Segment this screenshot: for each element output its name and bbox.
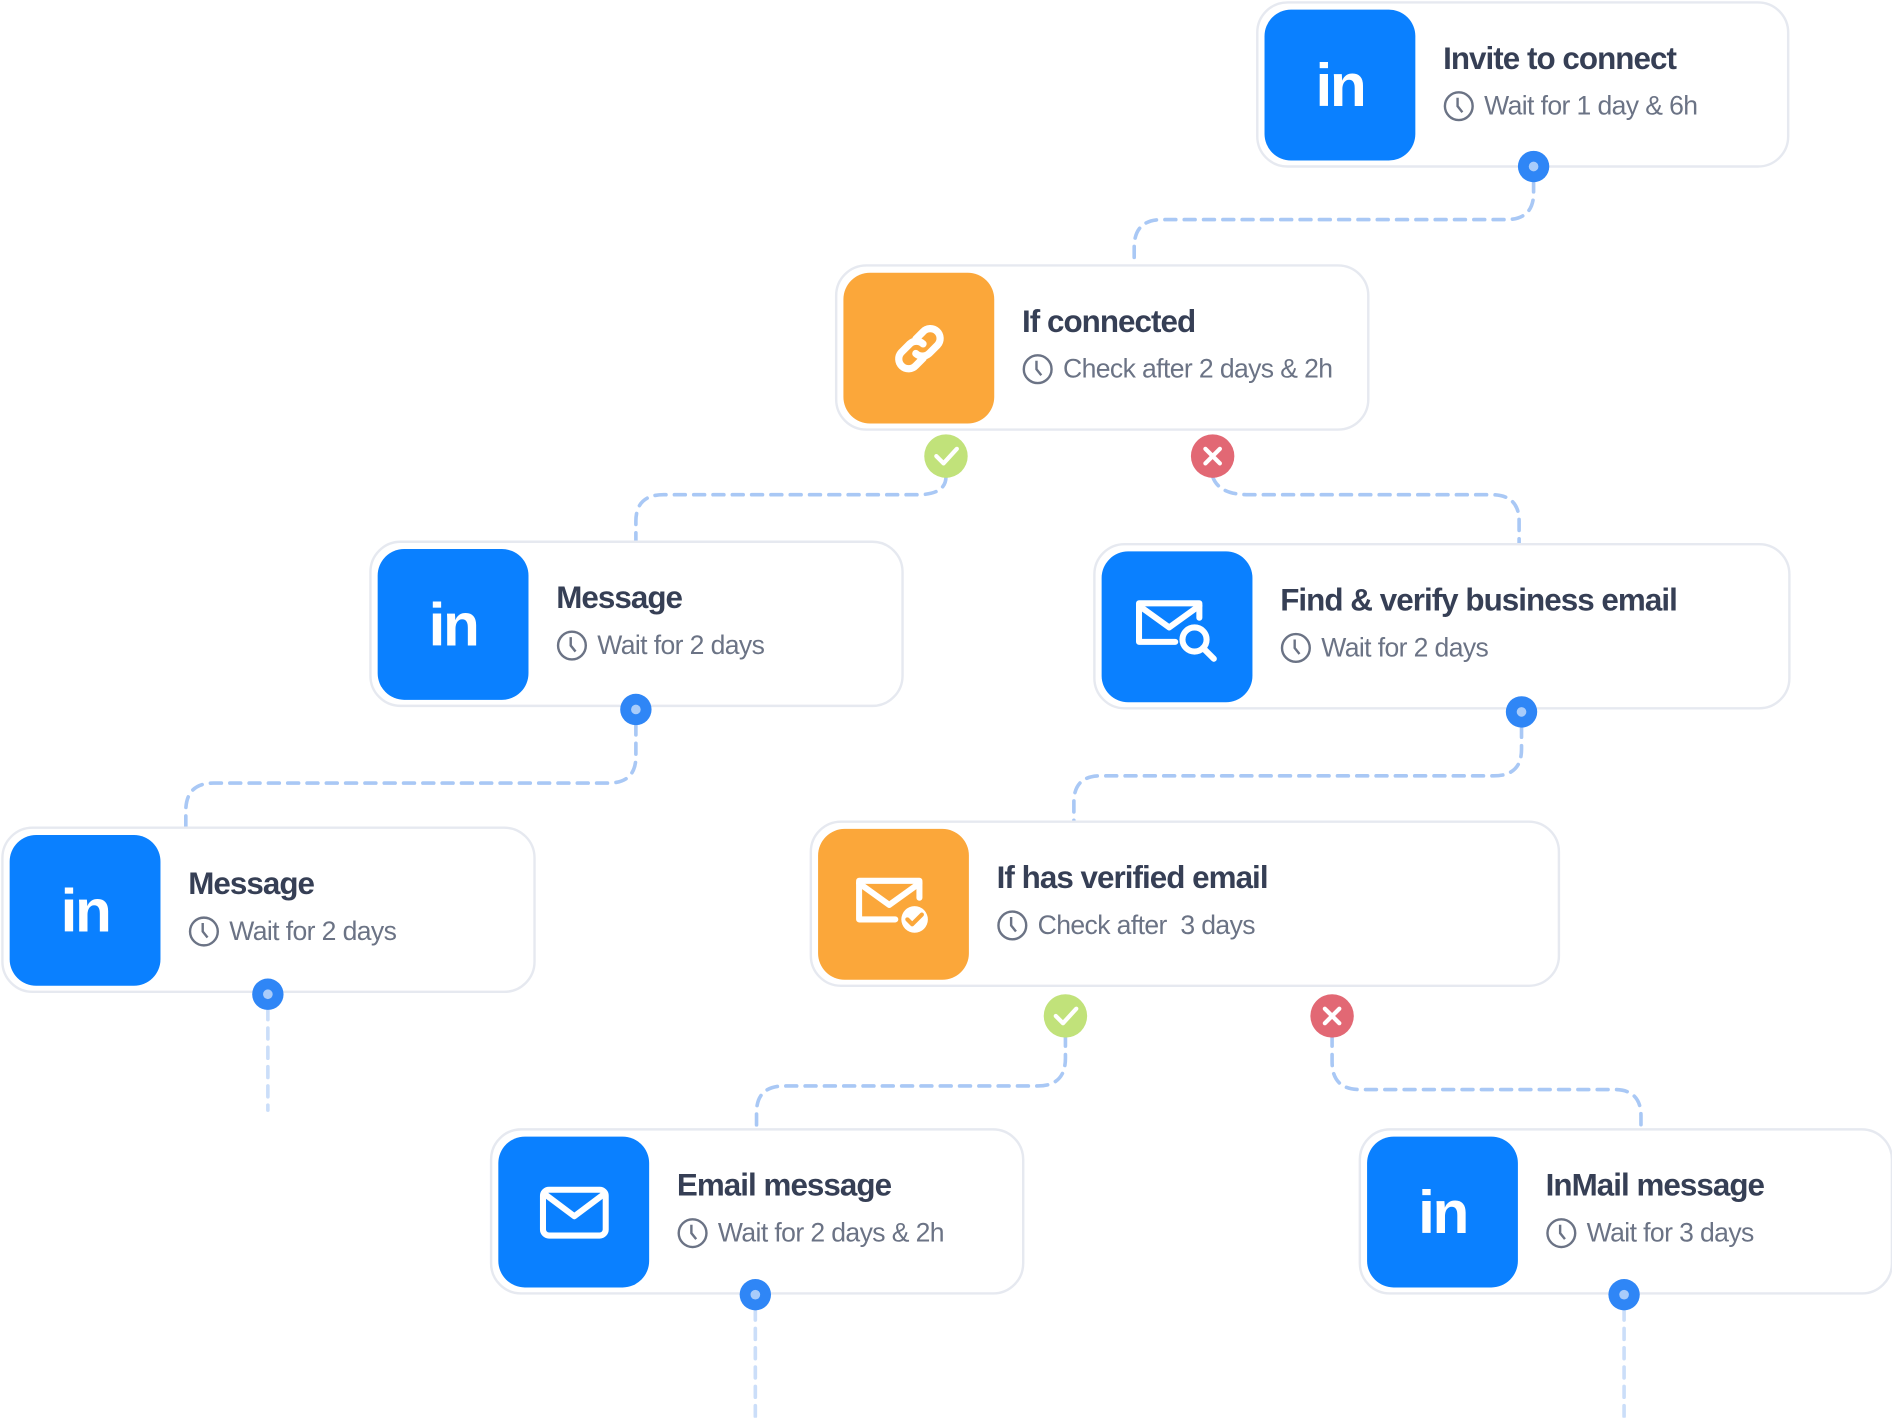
connector-yes-to-message bbox=[634, 474, 948, 543]
output-port[interactable] bbox=[739, 1278, 772, 1311]
clock-icon bbox=[677, 1218, 708, 1249]
node-wait: Wait for 2 days bbox=[229, 915, 397, 946]
node-subtitle: Wait for 2 days bbox=[1280, 632, 1489, 664]
linkedin-logo-text: in bbox=[60, 876, 112, 945]
yes-branch-check-icon[interactable] bbox=[1043, 994, 1088, 1038]
node-wait: Check after 2 days & 2h bbox=[1063, 353, 1333, 384]
node-email-message[interactable]: Email message Wait for 2 days & 2h bbox=[489, 1128, 1025, 1295]
node-title: Find & verify business email bbox=[1280, 581, 1678, 618]
node-title: Message bbox=[188, 865, 315, 902]
node-wait: Wait for 2 days & 2h bbox=[717, 1217, 945, 1248]
output-port[interactable] bbox=[1505, 696, 1538, 728]
node-subtitle: Wait for 2 days bbox=[188, 915, 397, 947]
connector-yes-to-email bbox=[754, 1033, 1068, 1130]
output-port[interactable] bbox=[252, 978, 284, 1010]
linkedin-icon: in bbox=[1367, 1136, 1518, 1288]
node-title: If has verified email bbox=[996, 859, 1269, 896]
envelope-icon bbox=[498, 1136, 650, 1288]
output-port[interactable] bbox=[1517, 150, 1550, 183]
connector-invite-to-ifconnected bbox=[1132, 179, 1536, 267]
linkedin-logo-text: in bbox=[1418, 1178, 1469, 1246]
node-find-verify-email[interactable]: Find & verify business email Wait for 2 … bbox=[1093, 542, 1791, 710]
node-title: If connected bbox=[1021, 302, 1196, 340]
node-wait: Wait for 2 days bbox=[1321, 632, 1489, 663]
node-subtitle: Wait for 3 days bbox=[1546, 1217, 1755, 1249]
connector-find-to-ifverified bbox=[1072, 724, 1524, 823]
clock-icon bbox=[1022, 354, 1053, 385]
clock-icon bbox=[1280, 632, 1311, 664]
output-port[interactable] bbox=[620, 693, 652, 726]
email-search-icon bbox=[1101, 551, 1253, 703]
no-branch-x-icon[interactable] bbox=[1310, 994, 1354, 1038]
clock-icon bbox=[1546, 1218, 1577, 1249]
linkedin-icon: in bbox=[1264, 9, 1416, 161]
linkedin-icon: in bbox=[377, 549, 529, 700]
clock-icon bbox=[188, 916, 219, 947]
node-wait: Wait for 2 days bbox=[597, 629, 765, 661]
no-branch-x-icon[interactable] bbox=[1190, 434, 1235, 478]
clock-icon bbox=[997, 910, 1028, 941]
connector-message-to-message bbox=[184, 722, 638, 829]
node-if-verified-email[interactable]: If has verified email Check after 3 days bbox=[809, 820, 1561, 987]
node-inmail-message[interactable]: in InMail message Wait for 3 days bbox=[1358, 1128, 1892, 1295]
node-message[interactable]: in Message Wait for 2 days bbox=[369, 540, 904, 708]
clock-icon bbox=[1443, 91, 1474, 122]
node-if-connected[interactable]: If connected Check after 2 days & 2h bbox=[834, 264, 1370, 431]
node-subtitle: Check after 3 days bbox=[997, 909, 1256, 941]
node-invite-to-connect[interactable]: in Invite to connect Wait for 1 day & 6h bbox=[1256, 1, 1790, 168]
output-port[interactable] bbox=[1608, 1278, 1640, 1311]
email-verified-icon bbox=[818, 828, 969, 980]
workflow-canvas: in Invite to connect Wait for 1 day & 6h… bbox=[0, 0, 1892, 1418]
node-title: Invite to connect bbox=[1443, 39, 1677, 77]
clock-icon bbox=[556, 630, 588, 661]
node-title: Message bbox=[556, 579, 683, 616]
node-wait: Wait for 3 days bbox=[1586, 1217, 1755, 1248]
node-title: InMail message bbox=[1545, 1166, 1765, 1203]
node-subtitle: Check after 2 days & 2h bbox=[1022, 353, 1333, 385]
connector-no-to-inmail bbox=[1330, 1033, 1643, 1130]
node-subtitle: Wait for 2 days bbox=[556, 629, 765, 661]
linkedin-logo-text: in bbox=[1315, 51, 1367, 119]
yes-branch-check-icon[interactable] bbox=[924, 434, 968, 478]
node-title: Email message bbox=[676, 1166, 892, 1203]
node-subtitle: Wait for 2 days & 2h bbox=[677, 1217, 945, 1249]
link-icon bbox=[843, 272, 995, 424]
linkedin-logo-text: in bbox=[428, 590, 480, 659]
node-wait: Check after 3 days bbox=[1037, 909, 1256, 940]
linkedin-icon: in bbox=[9, 834, 161, 986]
node-wait: Wait for 1 day & 6h bbox=[1484, 90, 1698, 121]
node-subtitle: Wait for 1 day & 6h bbox=[1443, 90, 1698, 122]
connector-no-to-find-email bbox=[1210, 474, 1521, 545]
node-message-2[interactable]: in Message Wait for 2 days bbox=[1, 826, 536, 994]
